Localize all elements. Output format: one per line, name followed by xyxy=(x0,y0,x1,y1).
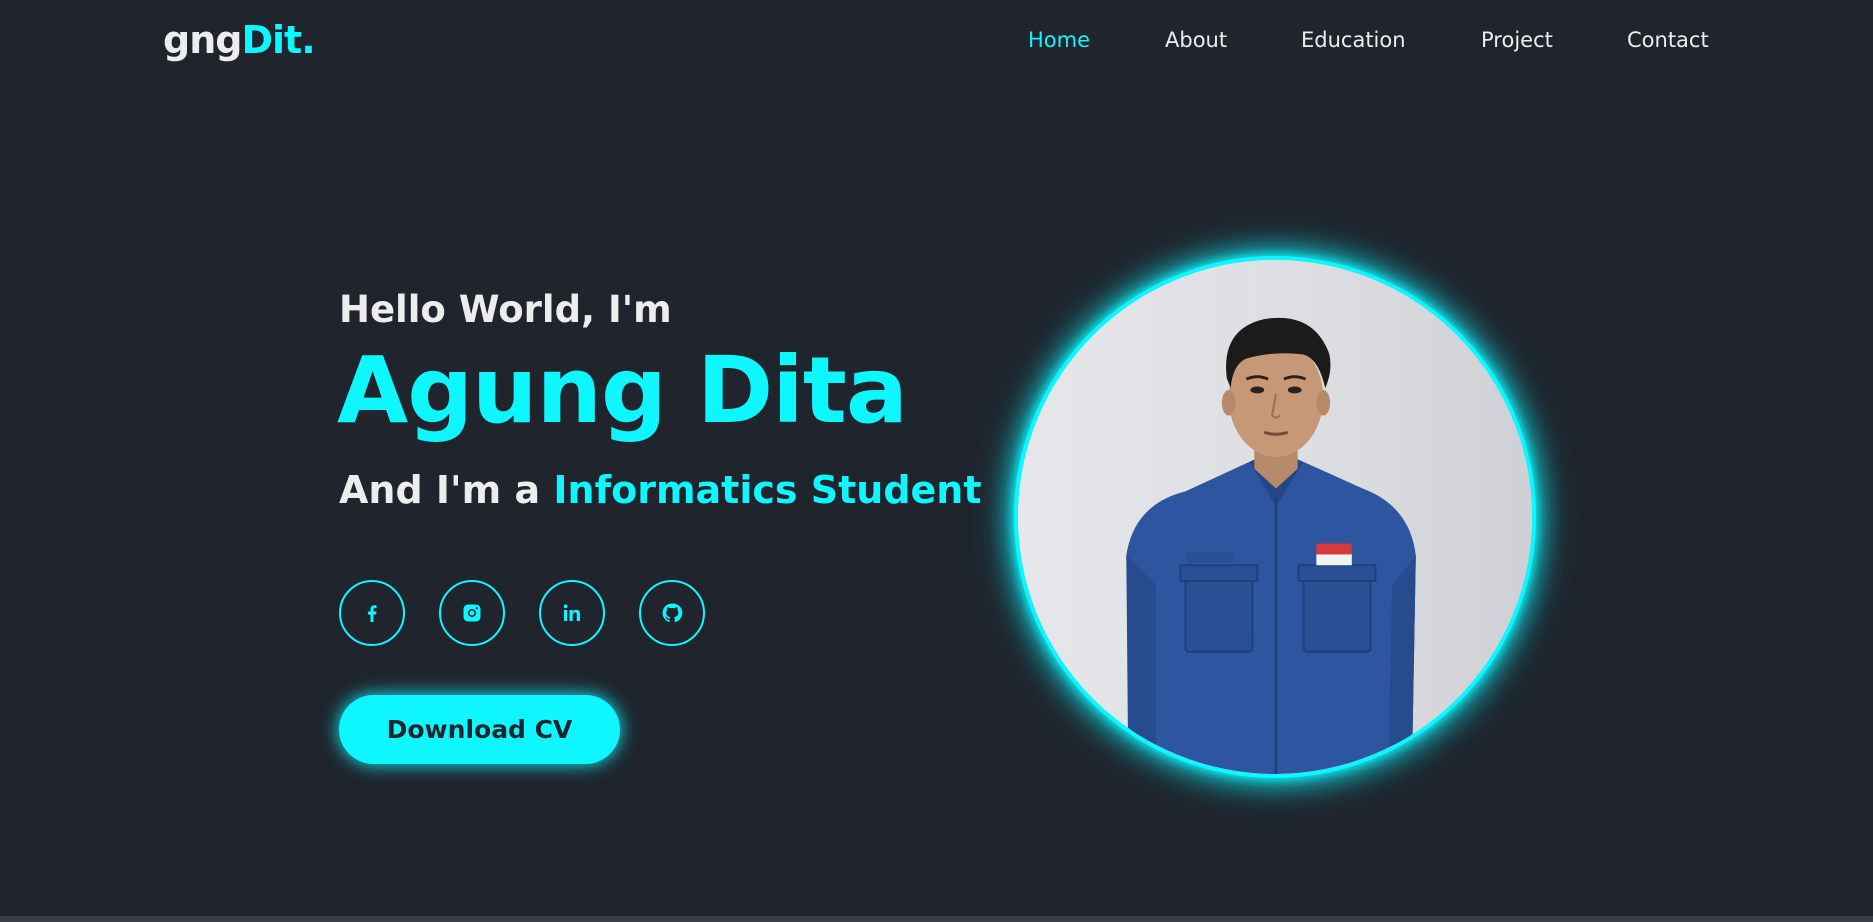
profile-photo xyxy=(1014,256,1536,778)
linkedin-icon xyxy=(563,604,580,621)
nav-about[interactable]: About xyxy=(1165,28,1227,52)
instagram-icon xyxy=(463,604,481,622)
role-prefix: And I'm a xyxy=(339,468,554,512)
nav-education[interactable]: Education xyxy=(1301,28,1406,52)
profile-photo-illustration xyxy=(1018,260,1532,774)
hero-name: Agung Dita xyxy=(337,337,908,444)
linkedin-link[interactable] xyxy=(539,580,605,646)
nav-contact[interactable]: Contact xyxy=(1627,28,1709,52)
download-cv-button[interactable]: Download CV xyxy=(339,695,620,764)
logo-accent: Dit. xyxy=(241,18,315,62)
logo-main: gng xyxy=(163,18,242,62)
facebook-icon xyxy=(367,605,377,622)
bottom-scrollbar xyxy=(0,916,1873,922)
facebook-link[interactable] xyxy=(339,580,405,646)
instagram-link[interactable] xyxy=(439,580,505,646)
hero-greeting: Hello World, I'm xyxy=(339,288,672,331)
hero-role: And I'm a Informatics Student xyxy=(339,468,982,512)
github-link[interactable] xyxy=(639,580,705,646)
nav-home[interactable]: Home xyxy=(1028,28,1090,52)
social-links xyxy=(339,580,719,646)
github-icon xyxy=(662,603,683,623)
logo[interactable]: gngDit. xyxy=(163,18,316,62)
role-accent: Informatics Student xyxy=(553,468,982,512)
site-header: gngDit. Home About Education Project Con… xyxy=(0,0,1873,84)
nav-project[interactable]: Project xyxy=(1481,28,1553,52)
